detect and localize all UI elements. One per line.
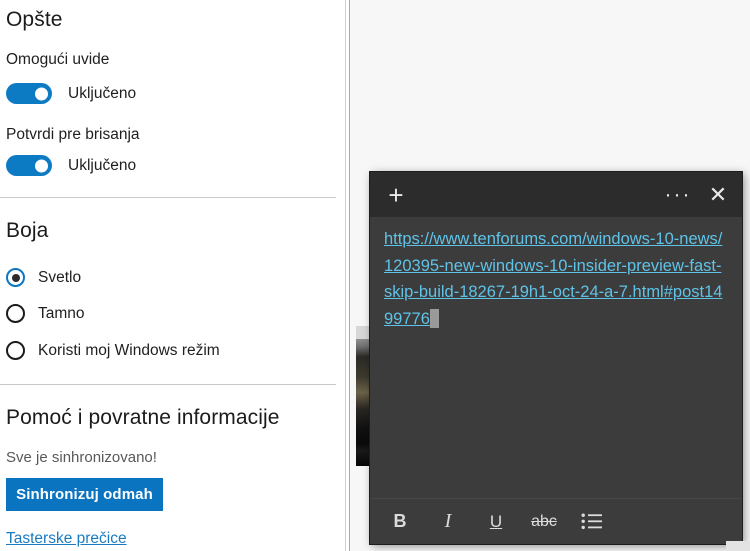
section-title-general: Opšte xyxy=(6,8,63,31)
italic-button[interactable]: I xyxy=(424,500,472,544)
sync-status-text: Sve je sinhronizovano! xyxy=(6,449,157,466)
divider-color-help xyxy=(0,384,336,385)
add-note-icon[interactable]: + xyxy=(374,172,418,217)
bulleted-list-button[interactable] xyxy=(568,500,616,544)
background-bottom-artifact xyxy=(726,541,750,551)
divider-general-color xyxy=(0,197,336,198)
text-cursor xyxy=(429,308,439,328)
sticky-note-header: + ··· ✕ xyxy=(370,172,742,217)
sticky-note-format-toolbar: B I U abc xyxy=(370,498,742,544)
radio-unselected-icon xyxy=(6,304,25,323)
section-title-help-feedback: Pomoć i povratne informacije xyxy=(6,406,280,429)
radio-label-use-windows-mode: Koristi moj Windows režim xyxy=(38,342,220,359)
toggle-confirm-before-delete[interactable] xyxy=(6,155,52,176)
underline-button[interactable]: U xyxy=(472,500,520,544)
toggle-state-label-confirm-before-delete: Uključeno xyxy=(68,157,137,174)
keyboard-shortcuts-link[interactable]: Tasterske prečice xyxy=(6,530,127,548)
toggle-knob-icon xyxy=(35,87,48,100)
radio-selected-icon xyxy=(6,268,25,287)
radio-label-light: Svetlo xyxy=(38,269,82,286)
toggle-state-label-enable-insights: Uključeno xyxy=(68,85,137,102)
section-title-color: Boja xyxy=(6,219,49,242)
setting-label-enable-insights: Omogući uvide xyxy=(6,51,110,68)
sticky-note-window: + ··· ✕ https://www.tenforums.com/window… xyxy=(370,172,742,544)
radio-unselected-icon xyxy=(6,341,25,360)
strikethrough-button[interactable]: abc xyxy=(520,500,568,544)
bold-button[interactable]: B xyxy=(376,500,424,544)
sticky-note-body[interactable]: https://www.tenforums.com/windows-10-new… xyxy=(370,217,742,498)
settings-pane-scroll-edge xyxy=(345,0,346,551)
app-root: Opšte Omogući uvide Uključeno Potvrdi pr… xyxy=(0,0,750,551)
radio-label-dark: Tamno xyxy=(38,305,85,322)
toggle-enable-insights[interactable] xyxy=(6,83,52,104)
setting-label-confirm-before-delete: Potvrdi pre brisanja xyxy=(6,126,140,143)
settings-pane: Opšte Omogući uvide Uključeno Potvrdi pr… xyxy=(0,0,350,551)
toggle-knob-icon xyxy=(35,159,48,172)
close-icon[interactable]: ✕ xyxy=(698,172,738,217)
sync-now-button[interactable]: Sinhronizuj odmah xyxy=(6,478,163,511)
bullet-list-icon xyxy=(581,513,602,530)
